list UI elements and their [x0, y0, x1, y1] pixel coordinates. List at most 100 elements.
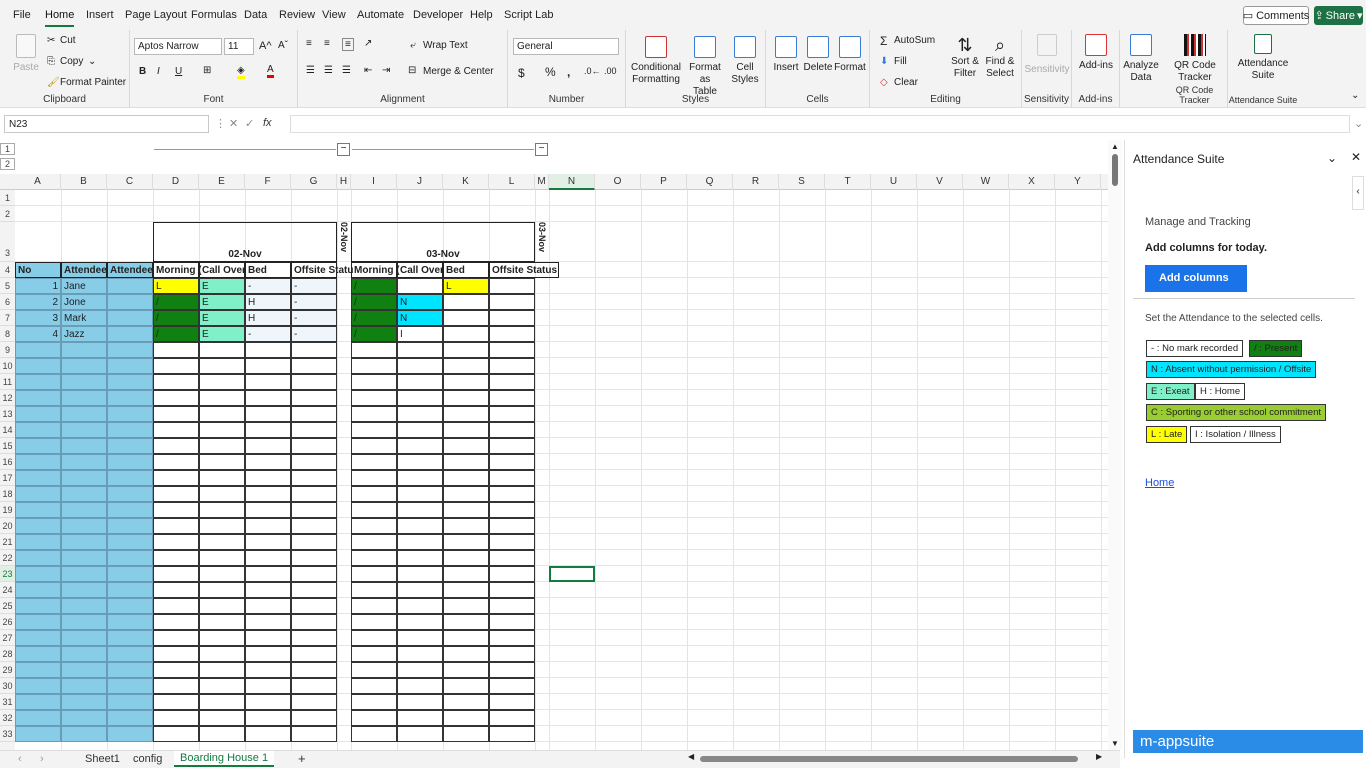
sort-filter-button[interactable]: ⇅ Sort & Filter [948, 34, 982, 80]
tag-sporting[interactable]: C : Sporting or other school commitment [1146, 404, 1327, 421]
grid-cell[interactable] [291, 582, 337, 598]
grid-cell[interactable] [199, 470, 245, 486]
column-header[interactable]: N [549, 174, 595, 190]
attendance-cell[interactable]: - [245, 278, 291, 294]
grid-cell[interactable] [291, 358, 337, 374]
row-header[interactable]: 16 [0, 454, 15, 470]
cell-attendee[interactable]: Jazz [61, 326, 107, 342]
column-header[interactable]: E [199, 174, 245, 190]
grid-cell[interactable] [291, 566, 337, 582]
grid-cell[interactable] [489, 726, 535, 742]
grid-cell[interactable] [199, 454, 245, 470]
grid-cell[interactable] [443, 678, 489, 694]
attendee-cell[interactable] [15, 710, 61, 726]
column-header[interactable]: F [245, 174, 291, 190]
grid-cell[interactable] [153, 646, 199, 662]
grid-cell[interactable] [199, 726, 245, 742]
grid-cell[interactable] [351, 422, 397, 438]
autosum-button[interactable]: AutoSum [894, 35, 935, 46]
increase-font-icon[interactable]: A^ [259, 40, 272, 52]
grid-cell[interactable] [199, 582, 245, 598]
qr-tracker-button[interactable]: QR Code Tracker [1172, 34, 1218, 84]
grid-cell[interactable] [489, 422, 535, 438]
row-header[interactable]: 29 [0, 662, 15, 678]
row-header[interactable]: 11 [0, 374, 15, 390]
grid-cell[interactable] [443, 582, 489, 598]
grid-cell[interactable] [351, 342, 397, 358]
attendance-cell[interactable]: - [291, 278, 337, 294]
attendee-cell[interactable] [15, 470, 61, 486]
menu-developer[interactable]: Developer [413, 9, 463, 21]
cell-grid[interactable]: 02-Nov 03-Nov 02-Nov 03-Nov No Attendee Attend… [15, 190, 1108, 750]
grid-cell[interactable] [245, 566, 291, 582]
column-header[interactable]: M [535, 174, 549, 190]
grid-cell[interactable] [291, 694, 337, 710]
attendee-cell[interactable] [15, 422, 61, 438]
grid-cell[interactable] [397, 662, 443, 678]
grid-cell[interactable] [199, 502, 245, 518]
decrease-font-icon[interactable]: Aˇ [278, 40, 288, 51]
column-header[interactable]: Y [1055, 174, 1101, 190]
column-header[interactable]: L [489, 174, 535, 190]
attendance-cell[interactable]: N [397, 294, 443, 310]
attendee-cell[interactable] [61, 358, 107, 374]
grid-cell[interactable] [153, 374, 199, 390]
column-header[interactable]: D [153, 174, 199, 190]
row-header[interactable]: 33 [0, 726, 15, 742]
attendee-cell[interactable] [15, 534, 61, 550]
grid-cell[interactable] [245, 518, 291, 534]
grid-cell[interactable] [245, 646, 291, 662]
grid-cell[interactable] [351, 486, 397, 502]
grid-cell[interactable] [199, 422, 245, 438]
attendee-cell[interactable] [107, 566, 153, 582]
grid-cell[interactable] [489, 662, 535, 678]
row-header[interactable]: 30 [0, 678, 15, 694]
comma-icon[interactable]: , [567, 65, 570, 79]
attendee-cell[interactable] [61, 470, 107, 486]
cut-button[interactable]: Cut [60, 35, 76, 46]
grid-cell[interactable] [199, 598, 245, 614]
grid-cell[interactable] [199, 390, 245, 406]
cell-no[interactable]: 3 [15, 310, 61, 326]
attendee-cell[interactable] [15, 550, 61, 566]
grid-cell[interactable] [489, 342, 535, 358]
grid-cell[interactable] [443, 598, 489, 614]
menu-home[interactable]: Home [45, 9, 75, 27]
date-label-1[interactable]: 02-Nov [153, 222, 337, 262]
align-center-icon[interactable]: ☰ [324, 65, 333, 76]
grid-cell[interactable] [489, 566, 535, 582]
column-header[interactable]: X [1009, 174, 1055, 190]
row-header[interactable]: 10 [0, 358, 15, 374]
clear-button[interactable]: Clear [894, 77, 918, 88]
selected-cell[interactable] [549, 566, 595, 582]
attendee-cell[interactable] [107, 454, 153, 470]
grid-cell[interactable] [489, 486, 535, 502]
row-header[interactable]: 1 [0, 190, 15, 206]
grid-cell[interactable] [397, 550, 443, 566]
name-box[interactable]: N23 [4, 115, 209, 133]
grid-cell[interactable] [245, 486, 291, 502]
attendance-cell[interactable]: - [291, 294, 337, 310]
align-middle-icon[interactable]: ≡ [324, 38, 330, 49]
attendee-cell[interactable] [107, 710, 153, 726]
grid-cell[interactable] [443, 550, 489, 566]
grid-cell[interactable] [489, 438, 535, 454]
attendee-cell[interactable] [61, 598, 107, 614]
font-size-select[interactable]: 11 [224, 38, 254, 55]
attendance-cell[interactable]: L [153, 278, 199, 294]
grid-cell[interactable] [397, 422, 443, 438]
attendee-cell[interactable] [15, 358, 61, 374]
grid-cell[interactable] [153, 534, 199, 550]
outline-level-1[interactable]: 1 [0, 143, 15, 155]
grid-cell[interactable] [489, 710, 535, 726]
attendee-cell[interactable] [15, 678, 61, 694]
collapse-ribbon-icon[interactable]: ⌄ [1351, 90, 1359, 101]
row-header[interactable]: 6 [0, 294, 15, 310]
tab-sheet1[interactable]: Sheet1 [85, 753, 120, 765]
attendance-cell[interactable]: N [397, 310, 443, 326]
attendee-cell[interactable] [107, 438, 153, 454]
grid-cell[interactable] [153, 598, 199, 614]
attendance-cell[interactable]: / [153, 294, 199, 310]
attendee-cell[interactable] [61, 582, 107, 598]
grid-cell[interactable] [245, 502, 291, 518]
